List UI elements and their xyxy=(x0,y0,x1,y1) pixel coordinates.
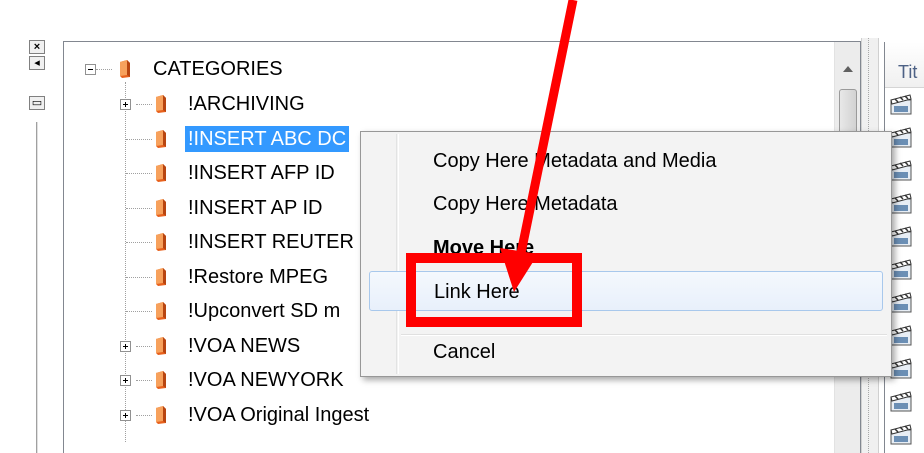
annotation-arrow-icon xyxy=(500,0,578,292)
